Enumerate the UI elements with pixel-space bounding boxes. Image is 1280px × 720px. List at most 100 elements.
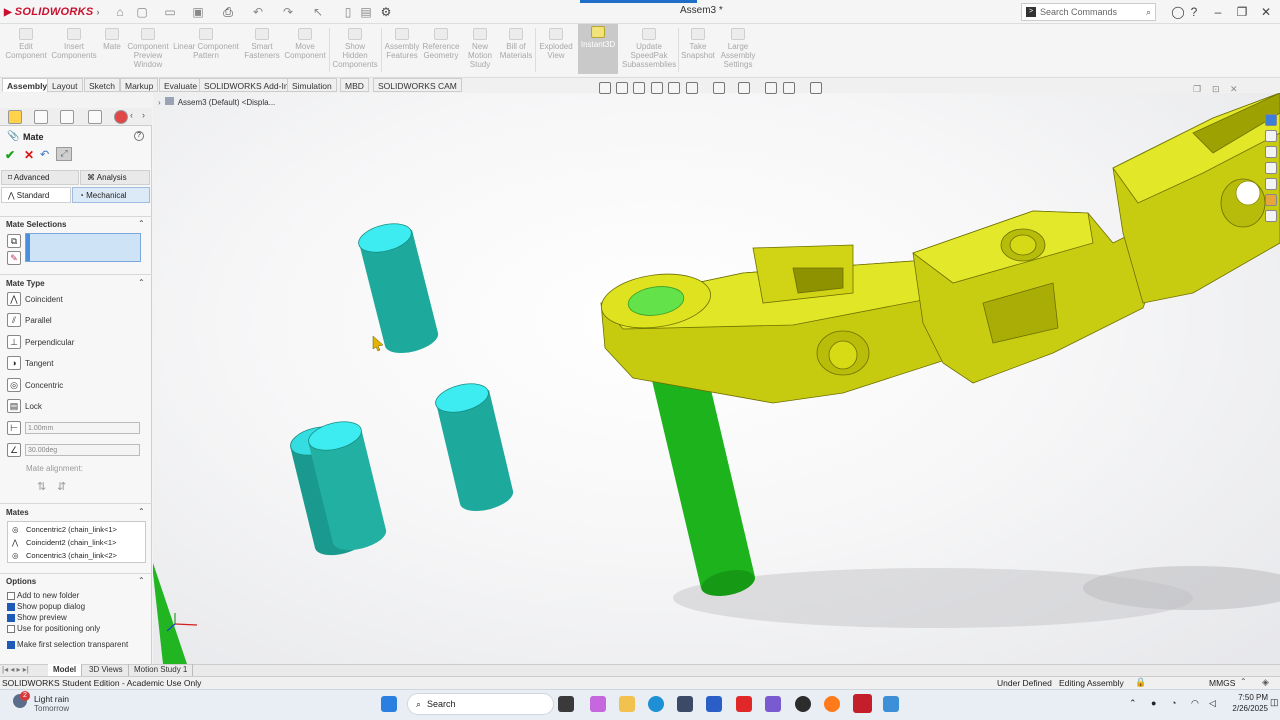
- property-manager-tab-icon[interactable]: [34, 110, 48, 124]
- tab-3d-views[interactable]: 3D Views: [84, 664, 129, 676]
- angle-icon[interactable]: ∠: [7, 443, 21, 457]
- perpendicular-icon[interactable]: ⊥: [7, 335, 21, 349]
- edge-icon[interactable]: [648, 696, 664, 712]
- tabs-scroll-left-icon[interactable]: ‹: [130, 110, 133, 120]
- restore-button[interactable]: ❐: [1232, 3, 1252, 21]
- collapse-chevron-icon[interactable]: ⌃: [138, 219, 145, 228]
- tab-simulation[interactable]: Simulation: [287, 78, 337, 92]
- youtube-icon[interactable]: [736, 696, 752, 712]
- volume-icon[interactable]: ◁: [1209, 698, 1216, 709]
- graphics-area[interactable]: [153, 93, 1280, 664]
- close-button[interactable]: ✕: [1256, 3, 1276, 21]
- mate-type-perpendicular[interactable]: Perpendicular: [25, 338, 74, 347]
- mate-button[interactable]: Mate: [100, 26, 124, 74]
- bill-of-materials-button[interactable]: Bill of Materials: [499, 26, 533, 74]
- appearances-icon[interactable]: [1265, 178, 1277, 190]
- minimize-button[interactable]: –: [1208, 3, 1228, 21]
- expand-arrow-icon[interactable]: ›: [158, 98, 161, 107]
- task-view-icon[interactable]: [558, 696, 574, 712]
- file-explorer-icon[interactable]: [1265, 146, 1277, 158]
- forum-icon[interactable]: [1265, 210, 1277, 222]
- help-icon[interactable]: ?: [134, 131, 144, 141]
- update-speedpak-button[interactable]: Update SpeedPak Subassemblies: [622, 26, 676, 74]
- tab-sketch[interactable]: Sketch: [84, 78, 120, 92]
- move-component-button[interactable]: Move Component: [284, 26, 326, 74]
- tab-model[interactable]: Model: [48, 664, 83, 676]
- list-item[interactable]: ⋀ Coincident2 (chain_link<1>: [12, 538, 116, 547]
- feature-tree-flyout[interactable]: › Assem3 (Default) <Displa...: [158, 97, 275, 107]
- assembly-features-button[interactable]: Assembly Features: [384, 26, 420, 74]
- app-icon[interactable]: [765, 696, 781, 712]
- tab-advanced[interactable]: ⌑ Advanced: [1, 170, 79, 185]
- copilot-icon[interactable]: [590, 696, 606, 712]
- new-motion-study-button[interactable]: New Motion Study: [463, 26, 497, 74]
- clock-date[interactable]: 2/26/2025: [1227, 704, 1268, 713]
- dynamic-annotation-icon[interactable]: [668, 82, 680, 94]
- edit-component-button[interactable]: Edit Component: [4, 26, 48, 74]
- mate-type-concentric[interactable]: Concentric: [25, 381, 63, 390]
- tab-solidworks-addins[interactable]: SOLIDWORKS Add-Ins: [199, 78, 298, 92]
- dimxpert-manager-tab-icon[interactable]: [88, 110, 102, 124]
- github-icon[interactable]: [795, 696, 811, 712]
- custom-properties-icon[interactable]: [1265, 194, 1277, 206]
- list-item[interactable]: ◎ Concentric3 (chain_link<2>: [12, 551, 117, 560]
- solidworks-logo[interactable]: ▶ SOLIDWORKS ›: [4, 4, 99, 20]
- pin-dialog-button[interactable]: ⤢: [56, 147, 72, 161]
- app-a-icon[interactable]: [706, 696, 722, 712]
- notifications-icon[interactable]: ◫: [1270, 697, 1279, 708]
- rebuild-status-icon[interactable]: 🔒: [1135, 677, 1146, 688]
- configuration-manager-tab-icon[interactable]: [60, 110, 74, 124]
- mate-type-tangent[interactable]: Tangent: [25, 359, 53, 368]
- app-icon[interactable]: [883, 696, 899, 712]
- open-icon[interactable]: ▭: [162, 4, 178, 20]
- redo-icon[interactable]: ↷: [280, 4, 296, 20]
- hide-show-items-icon[interactable]: [738, 82, 750, 94]
- show-hidden-components-button[interactable]: Show Hidden Components: [332, 26, 378, 74]
- print-icon[interactable]: ⎙: [220, 4, 236, 20]
- pin-part[interactable]: [356, 219, 439, 353]
- options-gear-icon[interactable]: ⚙: [378, 4, 394, 20]
- mate-type-parallel[interactable]: Parallel: [25, 316, 52, 325]
- collapse-chevron-icon[interactable]: ⌃: [138, 507, 145, 516]
- display-manager-tab-icon[interactable]: [114, 110, 128, 124]
- solidworks-resources-icon[interactable]: [1265, 114, 1277, 126]
- mate-type-lock[interactable]: Lock: [25, 402, 42, 411]
- mates-list[interactable]: ◎ Concentric2 (chain_link<1> ⋀ Coincident2…: [7, 521, 146, 563]
- firefox-icon[interactable]: [824, 696, 840, 712]
- network-icon[interactable]: ◔: [1171, 698, 1176, 708]
- solidworks-taskbar-icon[interactable]: [853, 694, 872, 713]
- entities-to-mate-field[interactable]: [25, 233, 141, 262]
- view-palette-icon[interactable]: [1265, 162, 1277, 174]
- tab-layout[interactable]: Layout: [47, 78, 83, 92]
- tab-scroll-arrows-icon[interactable]: |◂ ◂ ▸ ▸|: [2, 665, 42, 675]
- edit-appearance-icon[interactable]: [765, 82, 777, 94]
- pin-part[interactable]: [433, 379, 514, 511]
- viewport-restore-icon[interactable]: ❐: [1193, 84, 1201, 95]
- anti-aligned-icon[interactable]: ⇵: [57, 480, 66, 493]
- reference-geometry-button[interactable]: Reference Geometry: [422, 26, 460, 74]
- coincident-icon[interactable]: ⋀: [7, 292, 21, 306]
- tab-solidworks-cam[interactable]: SOLIDWORKS CAM: [373, 78, 462, 92]
- ok-button[interactable]: ✔: [5, 148, 15, 162]
- tabs-scroll-right-icon[interactable]: ›: [142, 110, 145, 120]
- clock-time[interactable]: 7:50 PM: [1238, 693, 1268, 702]
- viewport-tile-icon[interactable]: ⊡: [1212, 84, 1220, 95]
- component-preview-window-button[interactable]: Component Preview Window: [126, 26, 170, 74]
- exploded-view-button[interactable]: Exploded View: [538, 26, 574, 74]
- tab-evaluate[interactable]: Evaluate: [159, 78, 203, 92]
- tab-motion-study-1[interactable]: Motion Study 1: [129, 664, 194, 676]
- linear-component-pattern-button[interactable]: Linear Component Pattern: [172, 26, 240, 74]
- make-first-selection-transparent-checkbox[interactable]: [7, 641, 15, 649]
- unit-system[interactable]: MMGS: [1209, 678, 1235, 688]
- distance-icon[interactable]: ⊢: [7, 421, 21, 435]
- add-to-new-folder-checkbox[interactable]: [7, 592, 15, 600]
- wifi-icon[interactable]: ◠: [1191, 698, 1199, 709]
- weather-label[interactable]: Light rain: [34, 694, 69, 704]
- mate-type-coincident[interactable]: Coincident: [25, 295, 63, 304]
- large-assembly-settings-button[interactable]: Large Assembly Settings: [720, 26, 756, 74]
- distance-input[interactable]: 1.00mm: [25, 422, 140, 434]
- tab-assembly[interactable]: Assembly: [2, 78, 53, 92]
- tab-analysis[interactable]: ⌘ Analysis: [80, 170, 150, 185]
- section-view-icon[interactable]: [651, 82, 663, 94]
- windows-start-icon[interactable]: [381, 696, 397, 712]
